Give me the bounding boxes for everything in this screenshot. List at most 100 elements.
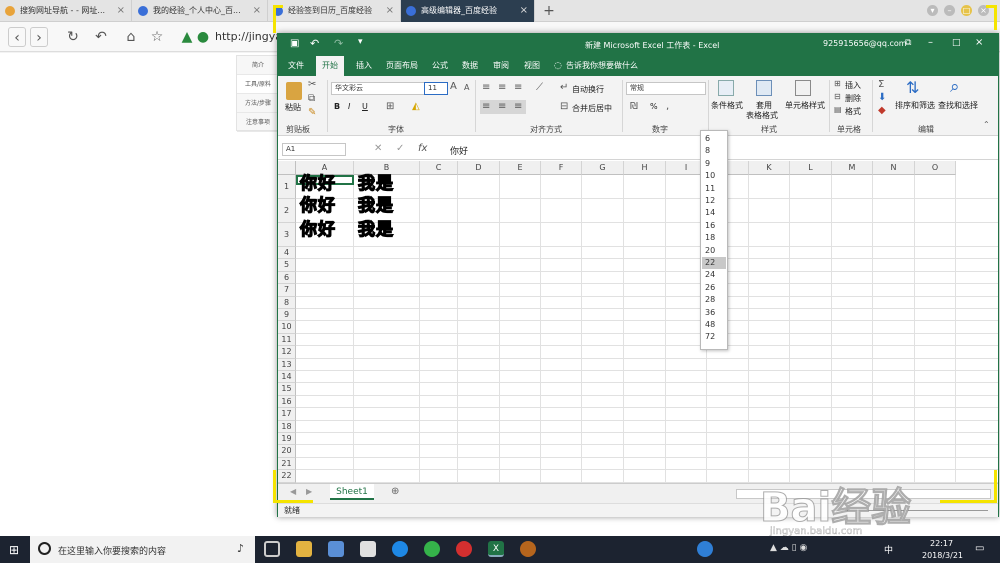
clock-date[interactable]: 2018/3/21: [922, 551, 963, 560]
forward-icon[interactable]: ›: [30, 27, 48, 47]
row-header[interactable]: 1: [278, 175, 296, 199]
close-icon[interactable]: ×: [520, 0, 528, 22]
enter-icon[interactable]: ✓: [396, 143, 404, 154]
column-header[interactable]: F: [541, 161, 582, 175]
conditional-format-icon[interactable]: [718, 80, 734, 96]
cancel-icon[interactable]: ✕: [374, 143, 382, 154]
redo-icon[interactable]: ↷: [334, 37, 343, 50]
file-explorer-icon[interactable]: [296, 541, 312, 557]
font-size-option[interactable]: 36: [702, 307, 726, 319]
font-size-option[interactable]: 11: [702, 183, 726, 195]
column-header[interactable]: D: [458, 161, 500, 175]
font-size-dropdown[interactable]: 6 8 9 10 11 12 14 16 18 20 22 24 26 28 36 48 72: [700, 130, 728, 350]
accounting-icon[interactable]: ₪: [630, 101, 638, 112]
column-header[interactable]: H: [624, 161, 666, 175]
align-left-icon[interactable]: ≡: [482, 101, 490, 112]
refresh-icon[interactable]: ↻: [64, 27, 82, 47]
close-icon[interactable]: ×: [117, 0, 125, 22]
notification-icon[interactable]: ▭: [975, 543, 984, 554]
font-size-option[interactable]: 14: [702, 207, 726, 219]
cell-styles-button[interactable]: 单元格样式: [785, 100, 825, 111]
borders-icon[interactable]: ⊞: [386, 101, 394, 112]
align-right-icon[interactable]: ≡: [514, 101, 522, 112]
function-icon[interactable]: fx: [418, 143, 427, 154]
microphone-icon[interactable]: ♪: [237, 542, 244, 555]
netease-music-icon[interactable]: [456, 541, 472, 557]
row-header[interactable]: 14: [278, 371, 296, 384]
next-sheet-icon[interactable]: ▶: [306, 487, 312, 496]
collapse-ribbon-icon[interactable]: ⌃: [983, 120, 990, 129]
menu-item-notes[interactable]: 注意事项: [237, 113, 279, 132]
column-header[interactable]: O: [915, 161, 956, 175]
cell-a2[interactable]: 你好: [299, 191, 336, 216]
format-painter-icon[interactable]: ✎: [308, 107, 316, 118]
excel-taskbar-icon[interactable]: X: [488, 541, 504, 557]
copy-icon[interactable]: ⧉: [308, 93, 315, 104]
row-header[interactable]: 6: [278, 271, 296, 285]
autosum-icon[interactable]: Σ: [878, 79, 884, 90]
row-header[interactable]: 4: [278, 247, 296, 260]
ribbon-display-icon[interactable]: ⧉: [905, 38, 911, 48]
sort-filter-button[interactable]: 排序和筛选: [895, 100, 935, 111]
format-table-label[interactable]: 表格格式: [746, 110, 778, 121]
align-top-icon[interactable]: ≡: [482, 82, 490, 93]
row-header[interactable]: 12: [278, 346, 296, 359]
account-email[interactable]: 925915656@qq.com: [823, 39, 907, 48]
delete-button[interactable]: 删除: [845, 93, 861, 104]
orientation-icon[interactable]: ⟋: [536, 82, 543, 93]
ime-indicator[interactable]: 中: [884, 543, 893, 556]
menu-icon[interactable]: ▾: [927, 5, 938, 16]
align-middle-icon[interactable]: ≡: [498, 82, 506, 93]
tab-page-layout[interactable]: 页面布局: [380, 56, 424, 76]
home-icon[interactable]: ⌂: [122, 27, 140, 47]
comma-icon[interactable]: ,: [666, 101, 669, 112]
align-bottom-icon[interactable]: ≡: [514, 82, 522, 93]
tab-home[interactable]: 开始: [316, 56, 344, 76]
minimize-icon[interactable]: –: [928, 37, 933, 48]
font-size-option[interactable]: 10: [702, 170, 726, 182]
conditional-format-button[interactable]: 条件格式: [711, 100, 743, 111]
column-header[interactable]: C: [420, 161, 458, 175]
font-size-option[interactable]: 22: [702, 257, 726, 270]
format-icon[interactable]: ▤: [834, 105, 842, 114]
undo-icon[interactable]: ↶: [90, 27, 112, 47]
font-size-option[interactable]: 72: [702, 331, 726, 343]
paste-button[interactable]: 粘贴: [285, 102, 301, 113]
cell-styles-icon[interactable]: [795, 80, 811, 96]
select-all-corner[interactable]: [278, 161, 296, 175]
tray-icons[interactable]: ▲ ☁ ▯ ◉: [770, 543, 807, 553]
find-select-icon[interactable]: ⌕: [950, 77, 960, 97]
delete-icon[interactable]: ⊟: [834, 92, 841, 101]
font-size-option[interactable]: 20: [702, 245, 726, 257]
insert-button[interactable]: 插入: [845, 80, 861, 91]
minimize-icon[interactable]: –: [944, 5, 955, 16]
back-icon[interactable]: ‹: [8, 27, 26, 47]
column-header[interactable]: M: [832, 161, 873, 175]
help-icon[interactable]: [697, 541, 713, 557]
font-size-option[interactable]: 6: [702, 133, 726, 145]
windows-start-icon[interactable]: ⊞: [9, 543, 19, 557]
menu-item-intro[interactable]: 简介: [237, 56, 279, 75]
column-header[interactable]: N: [873, 161, 915, 175]
browser-tab-experience[interactable]: 我的经验_个人中心_百... ×: [133, 0, 268, 22]
name-box[interactable]: A1: [282, 143, 346, 156]
prev-sheet-icon[interactable]: ◀: [290, 487, 296, 496]
wechat-icon[interactable]: [424, 541, 440, 557]
tell-me-box[interactable]: 告诉我你想要做什么: [560, 56, 644, 76]
align-center-icon[interactable]: ≡: [498, 101, 506, 112]
tab-review[interactable]: 审阅: [487, 56, 515, 76]
paste-icon[interactable]: [286, 82, 302, 100]
menu-item-steps[interactable]: 方法/步骤: [237, 94, 279, 113]
tab-file[interactable]: 文件: [282, 56, 310, 76]
customize-qat-icon[interactable]: ▾: [358, 37, 363, 47]
fill-color-icon[interactable]: ◭: [412, 101, 420, 112]
find-select-button[interactable]: 查找和选择: [938, 100, 978, 111]
wrap-text-icon[interactable]: ↵: [560, 82, 568, 93]
row-header[interactable]: 21: [278, 457, 296, 471]
worksheet-grid[interactable]: ABCDEFGHIJKLMNO 123456789101112131415161…: [278, 161, 998, 483]
font-name-box[interactable]: 华文彩云: [331, 82, 425, 95]
column-header[interactable]: E: [500, 161, 541, 175]
row-header[interactable]: 8: [278, 296, 296, 309]
font-size-option[interactable]: 26: [702, 282, 726, 294]
number-format-box[interactable]: 常规: [626, 82, 706, 95]
